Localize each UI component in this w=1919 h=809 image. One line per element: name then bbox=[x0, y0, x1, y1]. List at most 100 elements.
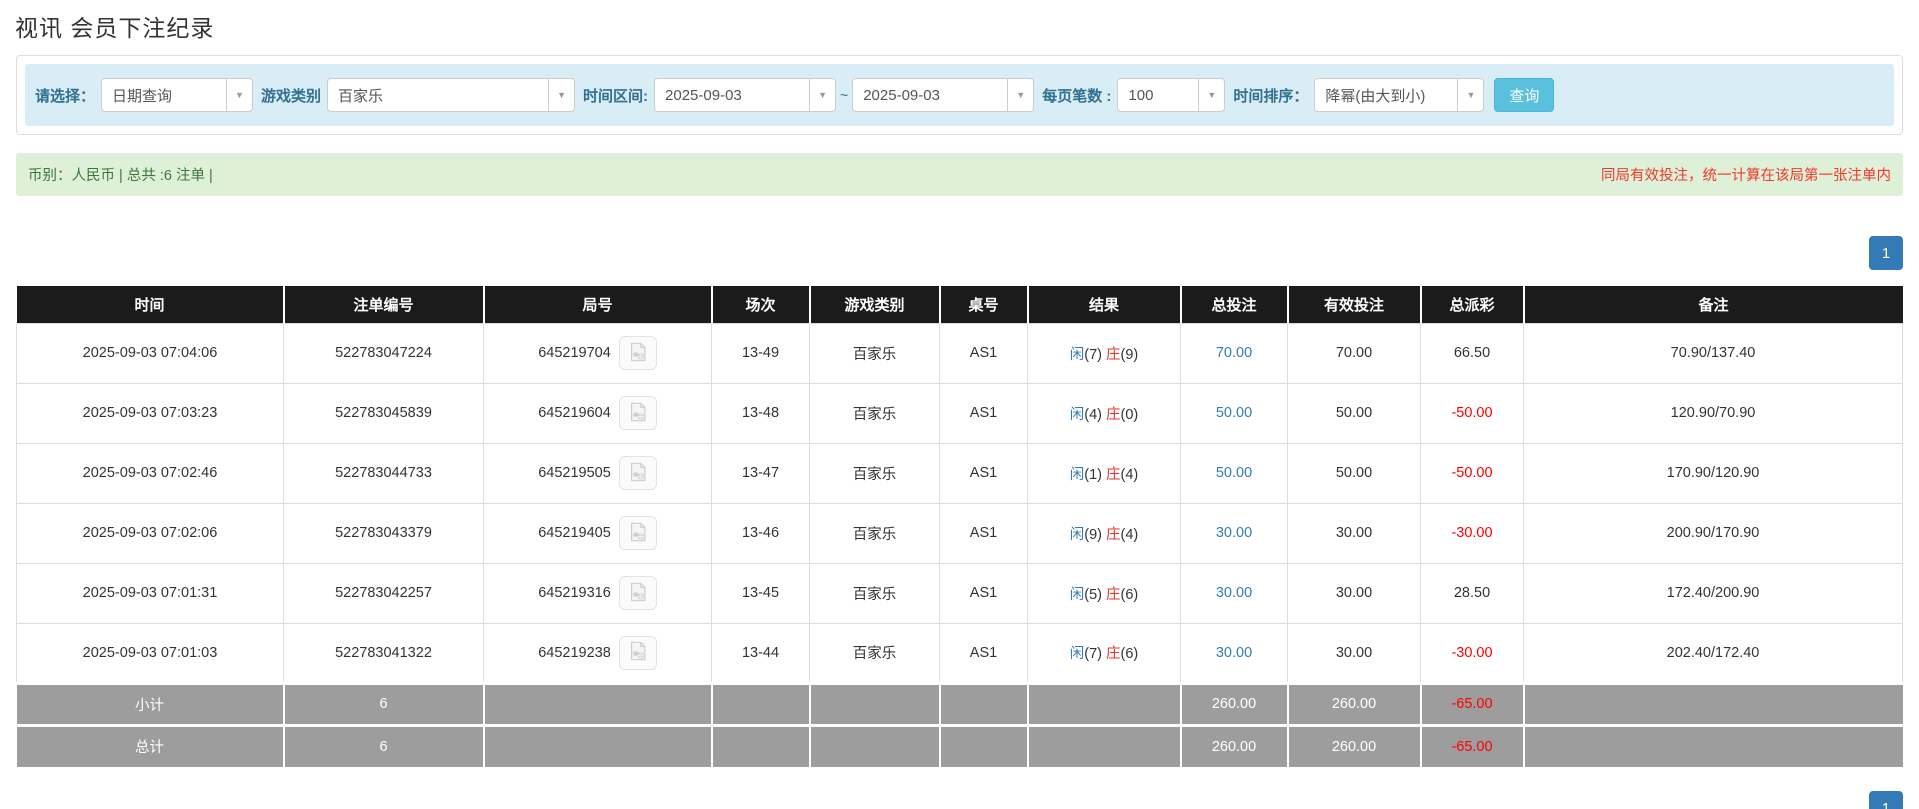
date-from-select[interactable]: 2025-09-03 ▼ bbox=[654, 78, 836, 112]
cell-remark: 170.90/120.90 bbox=[1524, 443, 1903, 503]
summary-payout: -65.00 bbox=[1421, 725, 1524, 767]
date-to-value: 2025-09-03 bbox=[853, 87, 1007, 104]
result-player-value: (1) bbox=[1084, 467, 1102, 483]
result-player-label: 闲 bbox=[1070, 646, 1085, 662]
column-header-9: 总派彩 bbox=[1421, 286, 1524, 323]
video-replay-button[interactable] bbox=[619, 636, 657, 670]
query-type-select[interactable]: 日期查询 ▼ bbox=[101, 78, 253, 112]
summary-empty bbox=[940, 683, 1028, 725]
video-replay-button[interactable] bbox=[619, 336, 657, 370]
game-category-select[interactable]: 百家乐 ▼ bbox=[327, 78, 575, 112]
range-separator: ~ bbox=[840, 87, 848, 103]
cell-round-id: 645219505 bbox=[484, 443, 712, 503]
cell-time: 2025-09-03 07:04:06 bbox=[17, 323, 284, 383]
time-range-label: 时间区间: bbox=[583, 85, 648, 106]
cell-payout: -50.00 bbox=[1421, 383, 1524, 443]
cell-total-bet: 30.00 bbox=[1181, 563, 1288, 623]
sort-value: 降幂(由大到小) bbox=[1315, 85, 1457, 106]
table-row: 2025-09-03 07:04:06 522783047224 6452197… bbox=[17, 323, 1903, 383]
cell-table-no: AS1 bbox=[940, 503, 1028, 563]
page-title: 视讯 会员下注纪录 bbox=[15, 9, 1919, 43]
result-banker-label: 庄 bbox=[1106, 407, 1121, 423]
total-bet-link[interactable]: 30.00 bbox=[1216, 525, 1252, 541]
result-banker-value: (4) bbox=[1121, 467, 1139, 483]
summary-table-row: 小计 6 260.00 260.00 -65.00 bbox=[17, 683, 1903, 725]
column-header-0: 时间 bbox=[17, 286, 284, 323]
total-bet-link[interactable]: 70.00 bbox=[1216, 345, 1252, 361]
result-player-label: 闲 bbox=[1070, 407, 1085, 423]
pagination-bottom: 1 bbox=[16, 791, 1903, 809]
result-banker-value: (4) bbox=[1121, 527, 1139, 543]
search-button[interactable]: 查询 bbox=[1494, 78, 1554, 112]
cell-session: 13-45 bbox=[712, 563, 810, 623]
total-bet-link[interactable]: 50.00 bbox=[1216, 405, 1252, 421]
pagination-top: 1 bbox=[16, 236, 1903, 270]
cell-remark: 202.40/172.40 bbox=[1524, 623, 1903, 683]
video-file-icon bbox=[627, 461, 649, 486]
cell-total-bet: 50.00 bbox=[1181, 443, 1288, 503]
cell-game-category: 百家乐 bbox=[810, 563, 940, 623]
video-replay-button[interactable] bbox=[619, 396, 657, 430]
total-bet-link[interactable]: 30.00 bbox=[1216, 645, 1252, 661]
date-to-select[interactable]: 2025-09-03 ▼ bbox=[852, 78, 1034, 112]
cell-total-bet: 70.00 bbox=[1181, 323, 1288, 383]
cell-result: 闲(5) 庄(6) bbox=[1028, 563, 1181, 623]
result-player-value: (7) bbox=[1084, 347, 1102, 363]
video-replay-button[interactable] bbox=[619, 516, 657, 550]
result-banker-value: (6) bbox=[1121, 587, 1139, 603]
video-file-icon bbox=[627, 521, 649, 546]
cell-round-id: 645219604 bbox=[484, 383, 712, 443]
video-replay-button[interactable] bbox=[619, 576, 657, 610]
sort-select[interactable]: 降幂(由大到小) ▼ bbox=[1314, 78, 1484, 112]
total-bet-link[interactable]: 50.00 bbox=[1216, 465, 1252, 481]
page-1-button[interactable]: 1 bbox=[1869, 236, 1903, 270]
summary-count: 6 bbox=[284, 725, 484, 767]
page-size-label: 每页笔数 : bbox=[1042, 85, 1111, 106]
cell-total-bet: 50.00 bbox=[1181, 383, 1288, 443]
table-row: 2025-09-03 07:02:46 522783044733 6452195… bbox=[17, 443, 1903, 503]
summary-empty bbox=[1028, 725, 1181, 767]
cell-bet-id: 522783041322 bbox=[284, 623, 484, 683]
result-player-label: 闲 bbox=[1070, 467, 1085, 483]
column-header-8: 有效投注 bbox=[1288, 286, 1421, 323]
result-player-value: (9) bbox=[1084, 527, 1102, 543]
video-file-icon bbox=[627, 401, 649, 426]
summary-bar: 币别：人民币 | 总共 :6 注单 | 同局有效投注，统一计算在该局第一张注单内 bbox=[16, 153, 1903, 196]
cell-game-category: 百家乐 bbox=[810, 623, 940, 683]
summary-empty bbox=[810, 683, 940, 725]
cell-bet-id: 522783043379 bbox=[284, 503, 484, 563]
cell-session: 13-48 bbox=[712, 383, 810, 443]
summary-empty bbox=[810, 725, 940, 767]
result-banker-label: 庄 bbox=[1106, 587, 1121, 603]
cell-payout: 28.50 bbox=[1421, 563, 1524, 623]
cell-time: 2025-09-03 07:03:23 bbox=[17, 383, 284, 443]
cell-remark: 70.90/137.40 bbox=[1524, 323, 1903, 383]
result-banker-value: (9) bbox=[1121, 347, 1139, 363]
summary-count: 6 bbox=[284, 683, 484, 725]
total-bet-link[interactable]: 30.00 bbox=[1216, 585, 1252, 601]
cell-payout: -30.00 bbox=[1421, 623, 1524, 683]
round-id: 645219604 bbox=[538, 405, 611, 421]
cell-table-no: AS1 bbox=[940, 443, 1028, 503]
cell-time: 2025-09-03 07:01:31 bbox=[17, 563, 284, 623]
chevron-down-icon: ▼ bbox=[548, 79, 574, 111]
filter-panel: 请选择： 日期查询 ▼ 游戏类别 百家乐 ▼ 时间区间: 2025-09-03 … bbox=[16, 55, 1903, 135]
page-size-select[interactable]: 100 ▼ bbox=[1117, 78, 1225, 112]
video-file-icon bbox=[627, 341, 649, 366]
cell-game-category: 百家乐 bbox=[810, 323, 940, 383]
summary-empty bbox=[1524, 683, 1903, 725]
page-1-button[interactable]: 1 bbox=[1869, 791, 1903, 809]
video-replay-button[interactable] bbox=[619, 456, 657, 490]
column-header-5: 桌号 bbox=[940, 286, 1028, 323]
column-header-10: 备注 bbox=[1524, 286, 1903, 323]
result-player-value: (7) bbox=[1084, 646, 1102, 662]
cell-remark: 200.90/170.90 bbox=[1524, 503, 1903, 563]
column-header-6: 结果 bbox=[1028, 286, 1181, 323]
cell-bet-id: 522783044733 bbox=[284, 443, 484, 503]
result-player-value: (4) bbox=[1084, 407, 1102, 423]
cell-valid-bet: 30.00 bbox=[1288, 503, 1421, 563]
date-from-value: 2025-09-03 bbox=[655, 87, 809, 104]
cell-session: 13-49 bbox=[712, 323, 810, 383]
round-id: 645219316 bbox=[538, 585, 611, 601]
cell-remark: 120.90/70.90 bbox=[1524, 383, 1903, 443]
